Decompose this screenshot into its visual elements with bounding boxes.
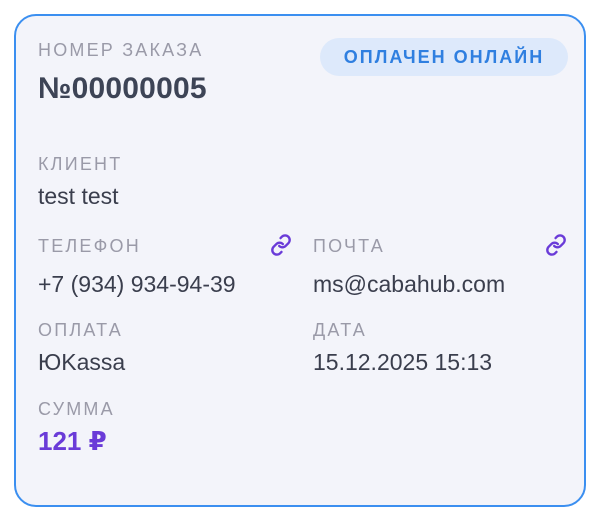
date-label: ДАТА [313, 320, 367, 340]
phone-value: +7 (934) 934-94-39 [38, 271, 236, 297]
order-number: №00000005 [38, 72, 207, 105]
date-value: 15.12.2025 15:13 [313, 349, 493, 375]
status-badge: ОПЛАЧЕН ОНЛАЙН [320, 38, 568, 76]
client-name: test test [38, 183, 119, 209]
payment-value: ЮKassa [38, 349, 126, 375]
client-label: КЛИЕНТ [38, 154, 123, 174]
phone-link-icon[interactable] [270, 234, 292, 256]
email-value: ms@cabahub.com [313, 271, 506, 297]
amount-label: СУММА [38, 399, 115, 419]
email-label: ПОЧТА [313, 236, 385, 256]
order-card: НОМЕР ЗАКАЗА №00000005 ОПЛАЧЕН ОНЛАЙН КЛ… [14, 14, 586, 507]
amount-value: 121 ₽ [38, 426, 107, 456]
payment-label: ОПЛАТА [38, 320, 123, 340]
phone-label: ТЕЛЕФОН [38, 236, 141, 256]
email-link-icon[interactable] [545, 234, 567, 256]
order-number-label: НОМЕР ЗАКАЗА [38, 40, 204, 60]
